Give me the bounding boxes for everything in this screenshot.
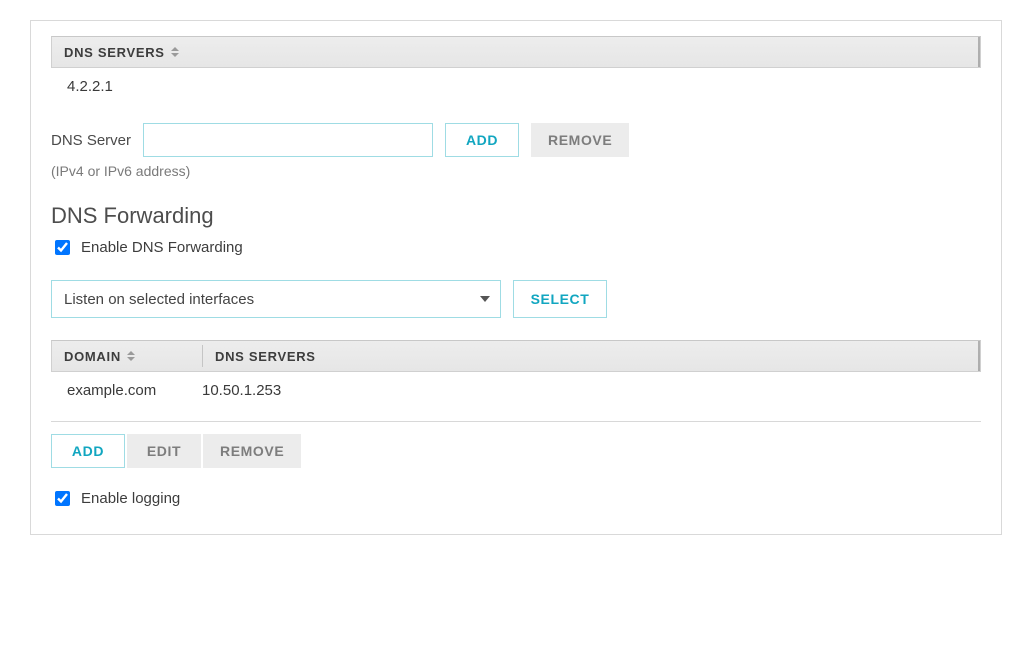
listen-interface-select-button[interactable]: SELECT bbox=[513, 280, 607, 318]
enable-logging-label: Enable logging bbox=[81, 490, 180, 507]
listen-interface-select[interactable]: Listen on selected interfaces bbox=[51, 280, 501, 318]
dns-server-input[interactable] bbox=[143, 123, 433, 157]
dns-servers-column-header[interactable]: DNS SERVERS bbox=[52, 37, 191, 67]
dns-server-help-text: (IPv4 or IPv6 address) bbox=[51, 163, 981, 179]
dns-servers-header-label-2: DNS SERVERS bbox=[215, 349, 316, 364]
sort-icon bbox=[171, 47, 179, 57]
domain-column-header[interactable]: DOMAIN bbox=[52, 341, 202, 371]
enable-logging-checkbox[interactable] bbox=[55, 491, 70, 506]
listen-interface-row: Listen on selected interfaces SELECT bbox=[51, 280, 981, 318]
domain-add-button[interactable]: ADD bbox=[51, 434, 125, 468]
dns-servers-table-header: DNS SERVERS bbox=[51, 36, 981, 68]
dns-forwarding-title: DNS Forwarding bbox=[51, 203, 981, 229]
enable-dns-forwarding-checkbox[interactable] bbox=[55, 240, 70, 255]
dns-server-remove-button[interactable]: REMOVE bbox=[531, 123, 629, 157]
sort-icon bbox=[127, 351, 135, 361]
domain-table-row[interactable]: example.com 10.50.1.253 bbox=[51, 372, 981, 415]
domain-cell: example.com bbox=[67, 382, 202, 399]
chevron-down-icon bbox=[480, 296, 490, 302]
dns-servers-column-header-2[interactable]: DNS SERVERS bbox=[203, 341, 328, 371]
divider bbox=[51, 421, 981, 422]
enable-dns-forwarding-label: Enable DNS Forwarding bbox=[81, 239, 243, 256]
domain-table-header: DOMAIN DNS SERVERS bbox=[51, 340, 981, 372]
dns-server-add-button[interactable]: ADD bbox=[445, 123, 519, 157]
dns-server-field-label: DNS Server bbox=[51, 132, 131, 149]
dns-server-value: 4.2.2.1 bbox=[67, 78, 113, 95]
domain-remove-button[interactable]: REMOVE bbox=[203, 434, 301, 468]
domain-header-label: DOMAIN bbox=[64, 349, 121, 364]
enable-dns-forwarding-checkbox-row[interactable]: Enable DNS Forwarding bbox=[51, 237, 981, 258]
enable-logging-checkbox-row[interactable]: Enable logging bbox=[51, 488, 981, 509]
settings-card: DNS SERVERS 4.2.2.1 DNS Server ADD REMOV… bbox=[30, 20, 1002, 535]
domain-edit-button[interactable]: EDIT bbox=[127, 434, 201, 468]
domain-servers-cell: 10.50.1.253 bbox=[202, 382, 281, 399]
domain-action-buttons: ADD EDIT REMOVE bbox=[51, 434, 981, 468]
dns-server-form-row: DNS Server ADD REMOVE bbox=[51, 123, 981, 157]
listen-interface-selected: Listen on selected interfaces bbox=[64, 291, 254, 308]
dns-servers-row[interactable]: 4.2.2.1 bbox=[51, 68, 981, 111]
dns-servers-header-label: DNS SERVERS bbox=[64, 45, 165, 60]
